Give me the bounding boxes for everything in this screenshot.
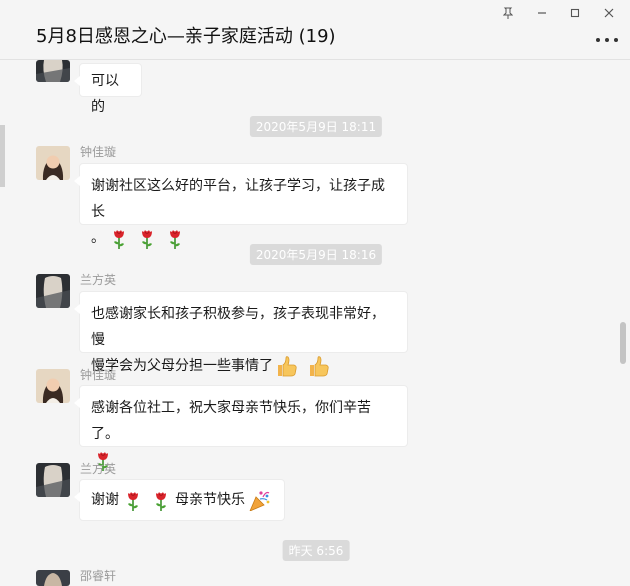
chat-header: 5月8日感恩之心—亲子家庭活动 (19) xyxy=(0,0,630,60)
message-timestamp: 昨天 6:56 xyxy=(282,540,350,561)
message-text: 。 xyxy=(91,230,105,246)
more-icon[interactable] xyxy=(596,36,618,44)
message-bubble[interactable]: 谢谢社区这么好的平台，让孩子学习，让孩子成长 。 xyxy=(74,163,408,249)
thumbs-up-emoji-icon xyxy=(277,356,297,377)
avatar[interactable] xyxy=(36,146,70,180)
pin-icon[interactable] xyxy=(500,6,516,20)
left-panel-edge xyxy=(0,125,5,187)
message-text: 可以的 xyxy=(91,73,119,115)
sender-name: 钟佳璇 xyxy=(80,368,117,382)
message-text: 也感谢家长和孩子积极参与，孩子表现非常好，慢 xyxy=(91,306,385,348)
minimize-icon[interactable] xyxy=(534,6,550,20)
message-bubble[interactable]: 感谢各位社工，祝大家母亲节快乐，你们辛苦了。 xyxy=(74,385,408,471)
rose-emoji-icon xyxy=(155,491,167,511)
chat-scrollbar[interactable] xyxy=(620,322,626,364)
message-text-line xyxy=(91,447,396,473)
message-text: 慢学会为父母分担一些事情了 xyxy=(91,358,273,374)
avatar[interactable] xyxy=(36,274,70,308)
avatar[interactable] xyxy=(36,60,70,82)
rose-emoji-icon xyxy=(113,229,125,249)
maximize-icon[interactable] xyxy=(567,6,583,20)
message-text: 谢谢 xyxy=(91,492,119,508)
avatar[interactable] xyxy=(36,570,70,586)
rose-emoji-icon xyxy=(127,491,139,511)
party-popper-emoji-icon xyxy=(249,490,270,511)
message-bubble[interactable]: 谢谢 母亲节快乐 xyxy=(74,479,285,521)
message-text: 感谢各位社工，祝大家母亲节快乐，你们辛苦了。 xyxy=(91,400,371,442)
message-text: 母亲节快乐 xyxy=(175,492,245,508)
sender-name: 邵睿轩 xyxy=(80,569,117,583)
sender-name: 兰方英 xyxy=(80,273,117,287)
avatar[interactable] xyxy=(36,463,70,497)
rose-emoji-icon xyxy=(141,229,153,249)
avatar[interactable] xyxy=(36,369,70,403)
message-timestamp: 2020年5月9日 18:11 xyxy=(249,116,383,137)
message-bubble[interactable]: 也感谢家长和孩子积极参与，孩子表现非常好，慢 慢学会为父母分担一些事情了 xyxy=(74,291,408,377)
message-text: 谢谢社区这么好的平台，让孩子学习，让孩子成长 xyxy=(91,178,385,220)
thumbs-up-emoji-icon xyxy=(309,356,329,377)
sender-name: 钟佳璇 xyxy=(80,145,117,159)
chat-title: 5月8日感恩之心—亲子家庭活动 (19) xyxy=(36,26,336,47)
close-icon[interactable] xyxy=(601,6,617,20)
message-text-line: 慢学会为父母分担一些事情了 xyxy=(91,353,396,379)
rose-emoji-icon xyxy=(169,229,181,249)
message-timestamp: 2020年5月9日 18:16 xyxy=(249,244,383,265)
sender-name: 兰方英 xyxy=(80,462,117,476)
message-bubble[interactable]: 可以的 xyxy=(74,63,142,115)
